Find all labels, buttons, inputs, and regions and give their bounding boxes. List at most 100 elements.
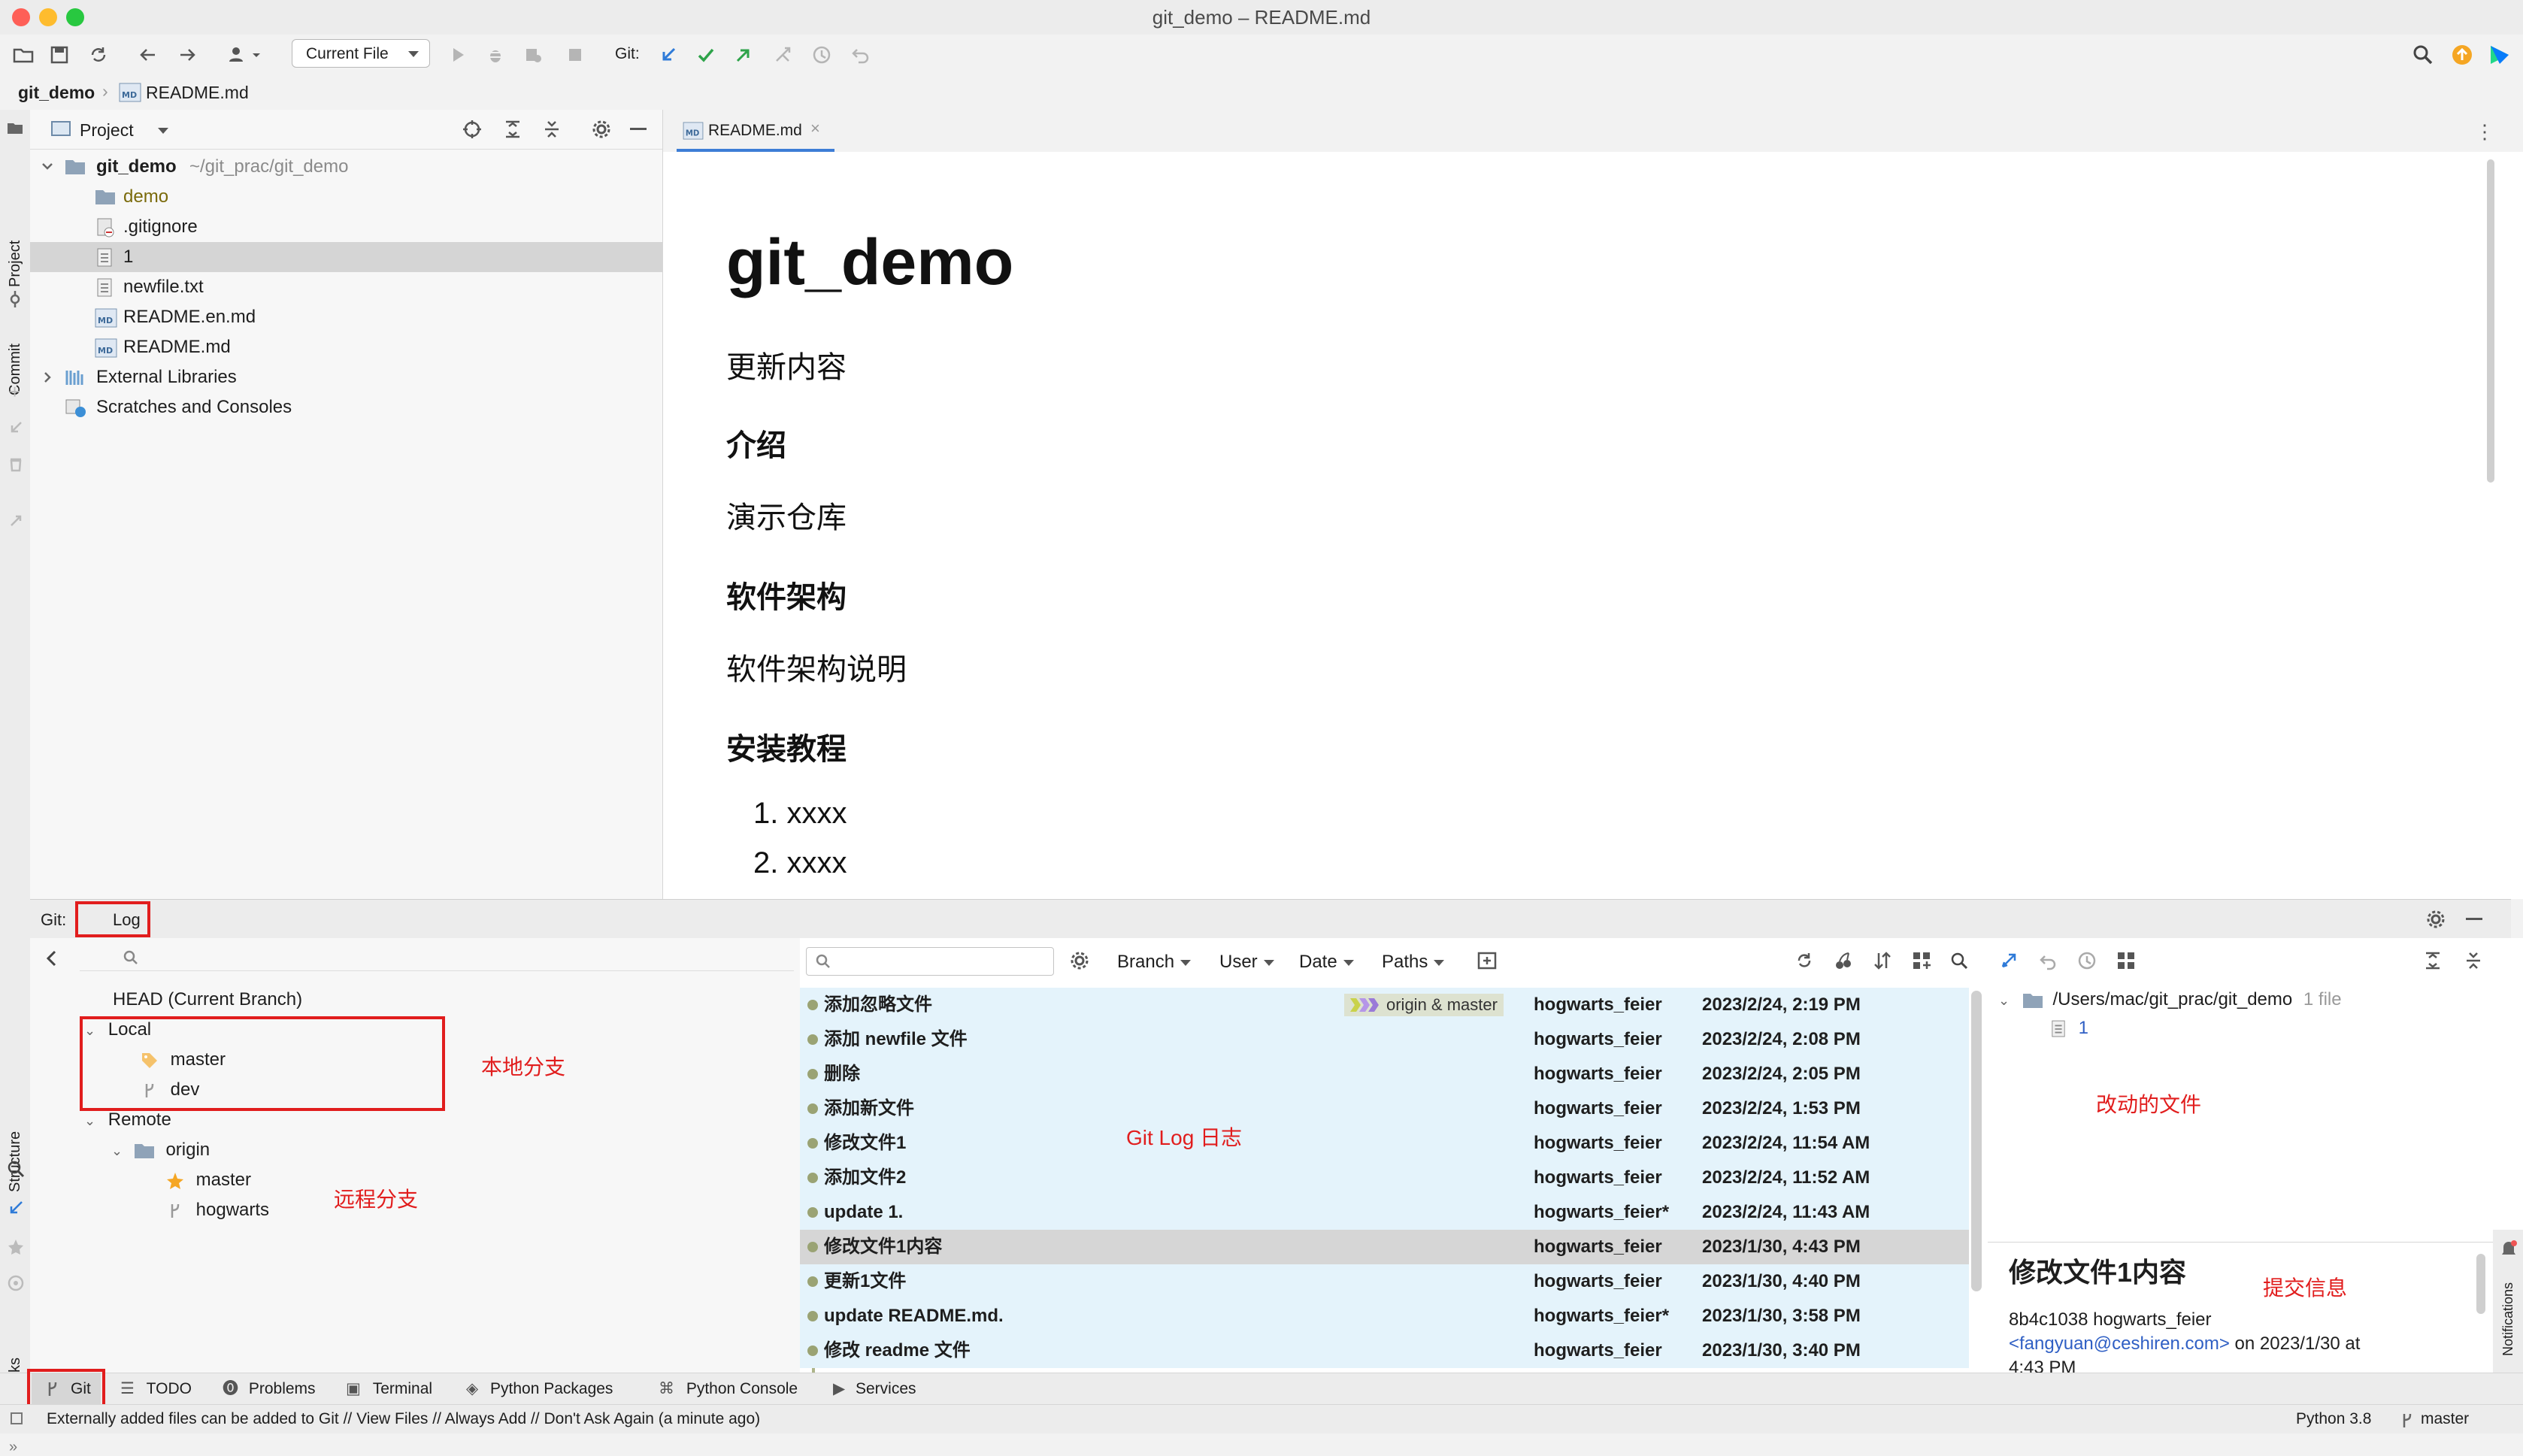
tree-item-scratches[interactable]: Scratches and Consoles xyxy=(30,392,662,422)
fetch-icon[interactable] xyxy=(8,513,24,529)
status-message[interactable]: Externally added files can be added to G… xyxy=(47,1405,760,1433)
open-folder-icon[interactable] xyxy=(11,42,36,68)
more-tools-icon[interactable]: » xyxy=(9,1439,17,1456)
chevron-down-icon[interactable] xyxy=(158,128,168,134)
new-tab-icon[interactable] xyxy=(1477,950,1498,971)
filter-date-dropdown[interactable]: Date xyxy=(1299,952,1354,973)
merge-icon[interactable] xyxy=(770,42,795,68)
tree-item-newfile[interactable]: newfile.txt xyxy=(30,272,662,302)
save-icon[interactable] xyxy=(47,42,72,68)
current-branch-widget[interactable]: master xyxy=(2421,1405,2469,1433)
debug-icon[interactable] xyxy=(483,42,508,68)
favorite-star-icon[interactable] xyxy=(6,1237,26,1257)
project-view-selector[interactable]: Project xyxy=(80,120,134,141)
checkout-icon[interactable] xyxy=(8,419,24,436)
minimize-panel-icon[interactable] xyxy=(630,128,647,130)
table-row-selected[interactable]: 修改文件1内容 hogwarts_feier 2023/1/30, 4:43 P… xyxy=(800,1230,1969,1264)
expand-all-icon[interactable] xyxy=(2422,950,2443,971)
tree-item-demo[interactable]: demo xyxy=(30,182,662,212)
history-clock-icon[interactable] xyxy=(809,42,834,68)
project-tool-button[interactable]: Project xyxy=(7,241,24,287)
tab-python-packages[interactable]: ◈ Python Packages xyxy=(466,1373,613,1405)
delete-icon[interactable] xyxy=(8,456,24,472)
run-configuration-dropdown[interactable]: Current File xyxy=(292,39,430,68)
table-row[interactable]: 添加文件2 hogwarts_feier 2023/2/24, 11:52 AM xyxy=(800,1161,1969,1195)
jetbrains-logo-icon[interactable] xyxy=(2487,42,2512,68)
ide-update-icon[interactable] xyxy=(2449,42,2475,68)
locate-file-icon[interactable] xyxy=(462,119,483,140)
push-icon[interactable] xyxy=(731,42,756,68)
table-row[interactable]: 添加新文件 hogwarts_feier 2023/2/24, 1:53 PM xyxy=(800,1091,1969,1126)
tab-readme[interactable]: MD README.md × xyxy=(677,110,834,152)
add-icon[interactable]: + xyxy=(9,380,20,404)
search-branches-icon[interactable] xyxy=(6,1159,26,1179)
log-search-input[interactable] xyxy=(806,947,1054,976)
update-selected-icon[interactable] xyxy=(6,1198,26,1218)
chevron-down-icon[interactable]: ⌄ xyxy=(111,1143,123,1158)
table-row[interactable]: 更新1文件 hogwarts_feier 2023/1/30, 4:40 PM xyxy=(800,1264,1969,1299)
table-row[interactable]: update 1. hogwarts_feier* 2023/2/24, 11:… xyxy=(800,1195,1969,1230)
author-email-link[interactable]: <fangyuan@ceshiren.com> xyxy=(2009,1333,2230,1354)
gear-icon[interactable] xyxy=(1069,950,1090,971)
show-tags-icon[interactable] xyxy=(6,1273,26,1293)
more-options-icon[interactable]: ⋮ xyxy=(2475,120,2494,144)
collapse-all-icon[interactable] xyxy=(2463,950,2484,971)
tree-item-gitignore[interactable]: .gitignore xyxy=(30,212,662,242)
coverage-icon[interactable] xyxy=(520,42,546,68)
table-row[interactable]: 修改 readme 文件 hogwarts_feier 2023/1/30, 3… xyxy=(800,1333,1969,1368)
tab-problems[interactable]: ⓿ Problems xyxy=(223,1373,316,1405)
minimize-panel-icon[interactable] xyxy=(2466,918,2482,920)
fetch-icon[interactable] xyxy=(1998,950,2019,971)
search-icon[interactable] xyxy=(2410,42,2436,68)
chevron-down-icon[interactable]: ⌄ xyxy=(1998,993,2010,1008)
gear-icon[interactable] xyxy=(591,119,612,140)
group-by-icon[interactable] xyxy=(2116,950,2137,971)
tree-item-readme[interactable]: MD README.md xyxy=(30,332,662,362)
tree-item-readme-en[interactable]: MD README.en.md xyxy=(30,302,662,332)
stop-icon[interactable] xyxy=(562,42,588,68)
branch-head[interactable]: HEAD (Current Branch) xyxy=(113,985,302,1015)
tree-item-1-selected[interactable]: 1 xyxy=(30,242,662,272)
tree-item-external-libraries[interactable]: External Libraries xyxy=(30,362,662,392)
tab-terminal[interactable]: ▣ Terminal xyxy=(346,1373,432,1405)
close-tab-icon[interactable]: × xyxy=(810,119,820,138)
breadcrumb-project[interactable]: git_demo xyxy=(18,83,95,103)
branch-remote-master[interactable]: master xyxy=(165,1165,251,1195)
branch-search-input[interactable] xyxy=(80,946,794,971)
panel-toggle-icon[interactable] xyxy=(11,1412,23,1424)
table-row[interactable]: update README.md. hogwarts_feier* 2023/1… xyxy=(800,1299,1969,1333)
cherry-pick-icon[interactable] xyxy=(1833,950,1854,971)
filter-user-dropdown[interactable]: User xyxy=(1219,952,1274,973)
revert-icon[interactable] xyxy=(2037,950,2058,971)
tab-python-console[interactable]: ⌘ Python Console xyxy=(659,1373,798,1405)
python-interpreter[interactable]: Python 3.8 xyxy=(2296,1405,2371,1433)
chevron-left-icon[interactable] xyxy=(44,949,60,968)
rollback-icon[interactable] xyxy=(848,42,874,68)
table-row[interactable]: 添加 newfile 文件 hogwarts_feier 2023/2/24, … xyxy=(800,1022,1969,1057)
chevron-down-icon[interactable] xyxy=(41,152,54,182)
view-options-icon[interactable] xyxy=(1911,950,1932,971)
branch-remote-hogwarts[interactable]: hogwarts xyxy=(165,1195,269,1225)
commit-check-icon[interactable] xyxy=(693,42,719,68)
gear-icon[interactable] xyxy=(2425,909,2446,930)
user-dropdown-icon[interactable] xyxy=(226,42,268,68)
tab-services[interactable]: ▶ Services xyxy=(833,1373,916,1405)
sync-icon[interactable] xyxy=(86,42,111,68)
refresh-icon[interactable] xyxy=(1794,950,1815,971)
history-clock-icon[interactable] xyxy=(2076,950,2097,971)
collapse-all-icon[interactable] xyxy=(541,119,562,140)
branch-remote-origin[interactable]: ⌄ origin xyxy=(111,1135,210,1165)
forward-arrow-icon[interactable] xyxy=(174,42,200,68)
chevron-right-icon[interactable] xyxy=(41,362,54,392)
tree-root-git-demo[interactable]: git_demo ~/git_prac/git_demo xyxy=(30,152,662,182)
filter-paths-dropdown[interactable]: Paths xyxy=(1382,952,1445,973)
tab-todo[interactable]: ☰ TODO xyxy=(120,1373,192,1405)
run-icon[interactable] xyxy=(445,42,471,68)
table-row[interactable]: 添加忽略文件 origin & master hogwarts_feier 20… xyxy=(800,988,1969,1022)
table-row[interactable]: 删除 hogwarts_feier 2023/2/24, 2:05 PM xyxy=(800,1057,1969,1091)
changed-files-root[interactable]: ⌄ /Users/mac/git_prac/git_demo 1 file xyxy=(1998,985,2342,1015)
search-icon[interactable] xyxy=(1949,950,1970,971)
branch-group-remote[interactable]: ⌄ Remote xyxy=(84,1105,171,1135)
breadcrumb-file[interactable]: README.md xyxy=(146,83,249,103)
expand-all-icon[interactable] xyxy=(502,119,523,140)
